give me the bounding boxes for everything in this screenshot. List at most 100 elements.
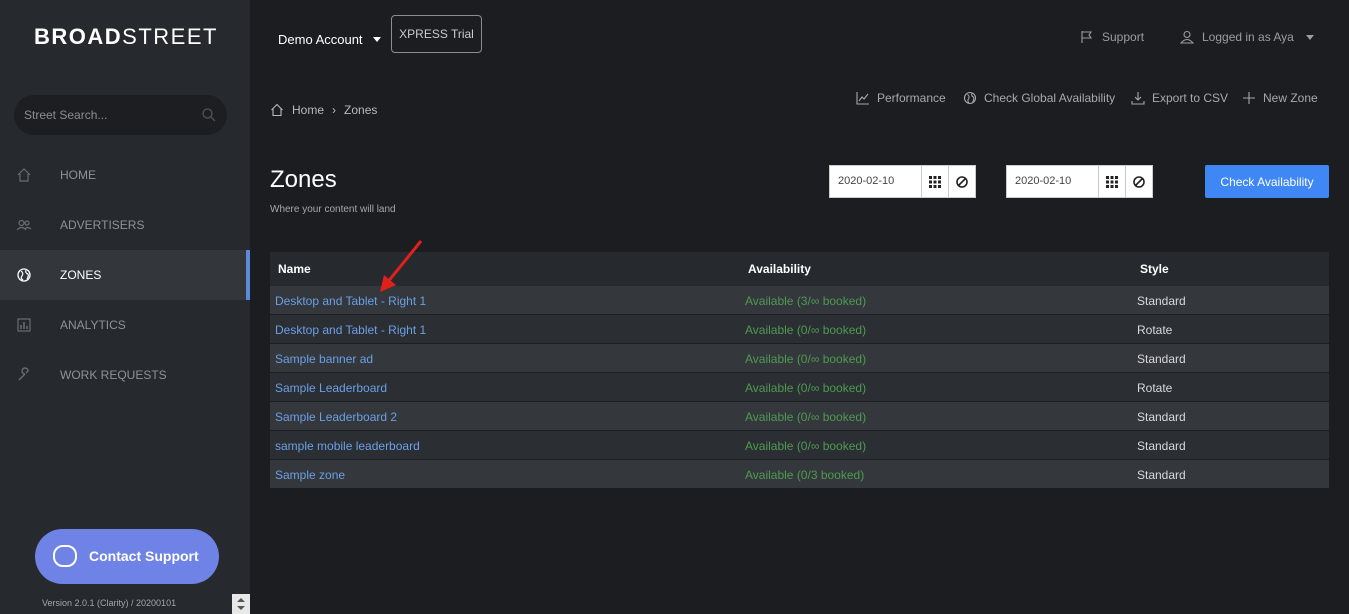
scroll-arrows-icon: [237, 598, 245, 610]
table-body: Desktop and Tablet - Right 1 Available (…: [270, 286, 1329, 489]
page-title: Zones: [270, 166, 337, 193]
zone-availability: Available (0/3 booked): [745, 468, 865, 482]
new-zone-label: New Zone: [1263, 91, 1318, 105]
zone-style: Rotate: [1137, 381, 1173, 395]
end-date-input[interactable]: 2020-02-10: [1006, 165, 1099, 198]
zone-availability: Available (3/∞ booked): [745, 294, 867, 308]
zone-name-link[interactable]: Sample zone: [275, 468, 345, 482]
sidebar-item-label: ZONES: [60, 268, 102, 282]
zone-name-link[interactable]: Sample banner ad: [275, 352, 373, 366]
table-row: sample mobile leaderboard Available (0/∞…: [270, 431, 1329, 460]
sidebar-item-label: WORK REQUESTS: [60, 368, 167, 382]
scroll-control[interactable]: [232, 594, 250, 614]
user-menu[interactable]: Logged in as Aya: [1180, 30, 1314, 44]
wrench-icon: [18, 367, 29, 381]
annotation-arrow-icon: [380, 240, 423, 292]
calendar-button[interactable]: [922, 165, 949, 198]
sidebar-nav: HOME ADVERTISERS ZONES ANALYTICS WORK RE…: [0, 150, 250, 400]
support-link[interactable]: Support: [1080, 30, 1144, 44]
globe-icon: [963, 91, 977, 105]
end-date-picker: 2020-02-10: [1006, 165, 1153, 198]
zone-style: Standard: [1137, 439, 1186, 453]
sidebar-search: [14, 95, 227, 135]
start-date-input[interactable]: 2020-02-10: [829, 165, 922, 198]
zone-availability: Available (0/∞ booked): [745, 410, 867, 424]
contact-support-button[interactable]: Contact Support: [35, 529, 219, 584]
check-availability-button[interactable]: Check Availability: [1205, 165, 1329, 198]
home-icon[interactable]: [270, 103, 284, 117]
table-row: Sample zone Available (0/3 booked) Stand…: [270, 460, 1329, 489]
zone-style: Standard: [1137, 410, 1186, 424]
line-chart-icon: [856, 92, 869, 105]
logo-bold-text: BROAD: [34, 24, 123, 49]
breadcrumb: Home › Zones: [270, 103, 377, 117]
zone-name-link[interactable]: Sample Leaderboard: [275, 381, 387, 395]
export-csv-label: Export to CSV: [1152, 91, 1229, 105]
zone-name-link[interactable]: Desktop and Tablet - Right 1: [275, 294, 426, 308]
column-header-name[interactable]: Name: [278, 262, 311, 276]
sidebar-item-label: ADVERTISERS: [60, 218, 145, 232]
user-icon: [1180, 30, 1194, 44]
contact-support-label: Contact Support: [89, 548, 199, 564]
ban-icon: [1133, 175, 1145, 188]
table-row: Desktop and Tablet - Right 1 Available (…: [270, 315, 1329, 344]
sidebar-item-label: HOME: [60, 168, 96, 182]
check-global-label: Check Global Availability: [984, 91, 1116, 105]
zone-availability: Available (0/∞ booked): [745, 323, 867, 337]
brand-logo[interactable]: BROADSTREET: [34, 24, 218, 50]
zone-name-link[interactable]: Desktop and Tablet - Right 1: [275, 323, 426, 337]
flag-icon: [1081, 31, 1093, 43]
logo-light-text: STREET: [122, 24, 218, 49]
start-date-picker: 2020-02-10: [829, 165, 976, 198]
zone-name-link[interactable]: sample mobile leaderboard: [275, 439, 420, 453]
sidebar-item-zones[interactable]: ZONES: [0, 250, 250, 300]
table-row: Sample Leaderboard 2 Available (0/∞ book…: [270, 402, 1329, 431]
sidebar-item-analytics[interactable]: ANALYTICS: [0, 300, 250, 350]
users-icon: [16, 219, 32, 231]
download-icon: [1131, 92, 1145, 105]
account-name: Demo Account: [278, 32, 363, 47]
zone-name-link[interactable]: Sample Leaderboard 2: [275, 410, 397, 424]
clear-date-button[interactable]: [1126, 165, 1153, 198]
check-global-availability-link[interactable]: Check Global Availability: [963, 91, 1115, 105]
chevron-right-icon: ›: [332, 103, 337, 117]
sidebar-item-work-requests[interactable]: WORK REQUESTS: [0, 350, 250, 400]
search-input[interactable]: [24, 105, 194, 125]
chevron-down-icon: [1305, 34, 1314, 40]
page-subtitle: Where your content will land: [270, 204, 396, 215]
chevron-down-icon: [372, 37, 381, 42]
chat-bubble-icon: [53, 545, 77, 567]
home-icon: [17, 168, 31, 182]
account-switcher[interactable]: Demo Account: [278, 32, 381, 47]
export-csv-link[interactable]: Export to CSV: [1131, 91, 1228, 105]
grid-icon: [929, 175, 941, 188]
grid-icon: [1106, 175, 1118, 188]
bar-chart-icon: [17, 318, 31, 332]
sidebar: BROADSTREET HOME ADVERTISERS ZONES ANALY…: [0, 0, 250, 614]
globe-icon: [17, 268, 31, 282]
zone-availability: Available (0/∞ booked): [745, 352, 867, 366]
zone-style: Rotate: [1137, 323, 1173, 337]
calendar-button[interactable]: [1099, 165, 1126, 198]
support-label: Support: [1102, 30, 1145, 44]
version-text: Version 2.0.1 (Clarity) / 20200101: [42, 598, 177, 608]
sidebar-item-label: ANALYTICS: [60, 318, 126, 332]
performance-link[interactable]: Performance: [856, 91, 946, 105]
column-header-style[interactable]: Style: [1140, 262, 1169, 276]
zone-availability: Available (0/∞ booked): [745, 439, 867, 453]
sidebar-item-home[interactable]: HOME: [0, 150, 250, 200]
trial-badge-button[interactable]: XPRESS Trial: [391, 15, 482, 53]
new-zone-link[interactable]: New Zone: [1242, 91, 1318, 105]
user-label: Logged in as Aya: [1202, 30, 1294, 44]
search-icon[interactable]: [201, 107, 217, 123]
table-row: Sample Leaderboard Available (0/∞ booked…: [270, 373, 1329, 402]
breadcrumb-home[interactable]: Home: [292, 103, 324, 117]
breadcrumb-current: Zones: [344, 103, 378, 117]
zone-style: Standard: [1137, 352, 1186, 366]
column-header-availability[interactable]: Availability: [748, 262, 811, 276]
clear-date-button[interactable]: [949, 165, 976, 198]
zone-style: Standard: [1137, 468, 1186, 482]
zone-availability: Available (0/∞ booked): [745, 381, 867, 395]
sidebar-item-advertisers[interactable]: ADVERTISERS: [0, 200, 250, 250]
plus-icon: [1243, 92, 1255, 104]
